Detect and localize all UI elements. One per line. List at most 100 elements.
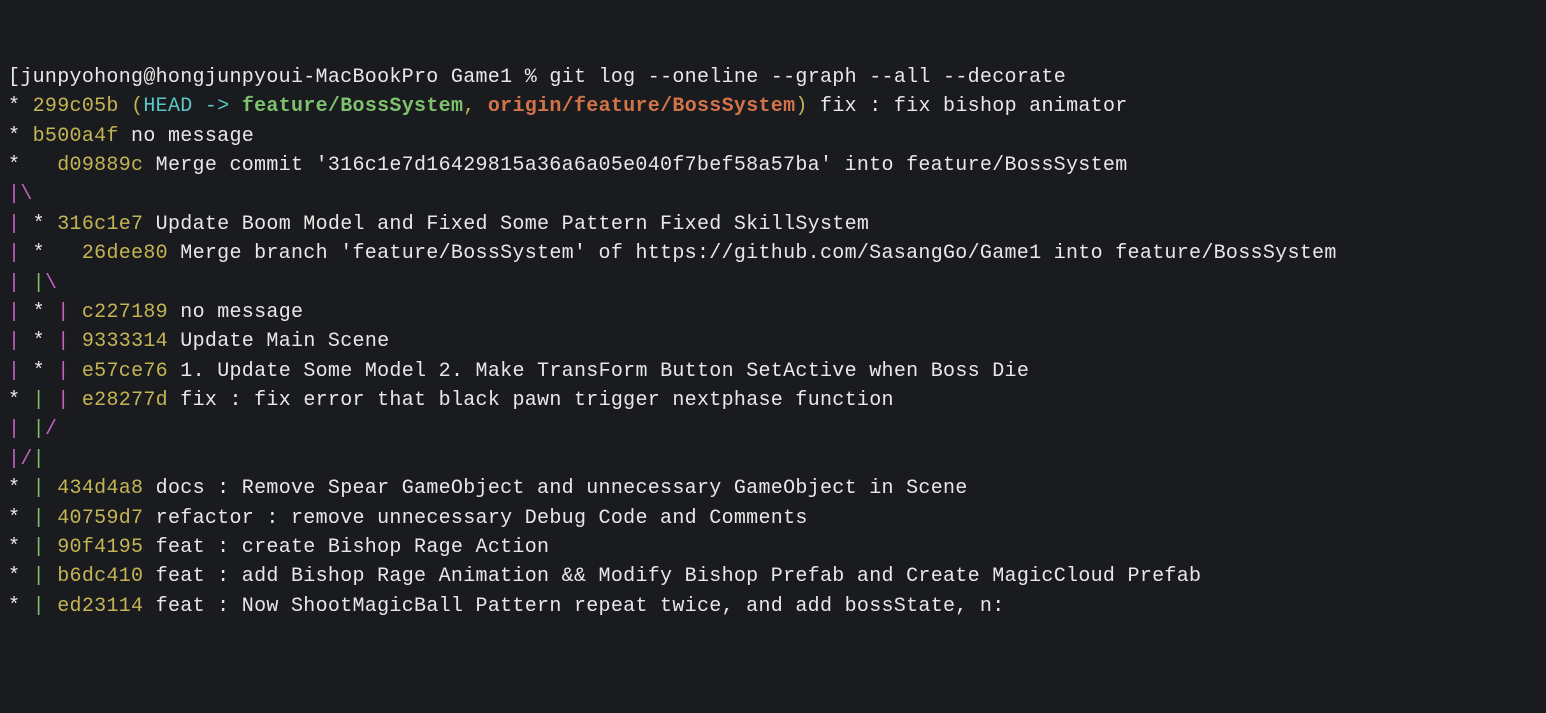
graph-segment bbox=[20, 95, 32, 118]
log-line: * | b6dc410 feat : add Bishop Rage Anima… bbox=[8, 562, 1538, 591]
commit-message: refactor : remove unnecessary Debug Code… bbox=[143, 507, 807, 530]
commit-message: Update Boom Model and Fixed Some Pattern… bbox=[143, 213, 869, 236]
log-line: | * | c227189 no message bbox=[8, 298, 1538, 327]
graph-segment: | bbox=[33, 418, 45, 441]
graph-segment: * bbox=[33, 213, 45, 236]
graph-segment bbox=[70, 360, 82, 383]
log-line: * b500a4f no message bbox=[8, 122, 1538, 151]
prompt-space bbox=[537, 66, 549, 89]
log-line: * | 90f4195 feat : create Bishop Rage Ac… bbox=[8, 533, 1538, 562]
graph-segment: | bbox=[33, 448, 45, 471]
graph-segment: * bbox=[33, 330, 45, 353]
commit-hash: 90f4195 bbox=[57, 536, 143, 559]
terminal-output[interactable]: [junpyohong@hongjunpyoui-MacBookPro Game… bbox=[8, 63, 1538, 621]
graph-segment bbox=[45, 595, 57, 618]
graph-segment bbox=[20, 507, 32, 530]
graph-segment bbox=[70, 389, 82, 412]
log-line: | * | e57ce76 1. Update Some Model 2. Ma… bbox=[8, 357, 1538, 386]
graph-segment: | bbox=[8, 213, 20, 236]
graph-segment bbox=[45, 330, 57, 353]
branch-local: feature/BossSystem bbox=[242, 95, 463, 118]
graph-segment: * bbox=[8, 95, 20, 118]
decor-paren-close: ) bbox=[795, 95, 807, 118]
commit-message: docs : Remove Spear GameObject and unnec… bbox=[143, 477, 967, 500]
graph-segment: | bbox=[33, 477, 45, 500]
graph-segment bbox=[20, 330, 32, 353]
graph-segment bbox=[45, 301, 57, 324]
graph-segment bbox=[20, 477, 32, 500]
graph-segment: | bbox=[33, 272, 45, 295]
commit-hash: 26dee80 bbox=[82, 242, 168, 265]
log-line: | |/ bbox=[8, 415, 1538, 444]
graph-segment bbox=[20, 213, 32, 236]
commit-hash: 299c05b bbox=[33, 95, 119, 118]
graph-segment: | bbox=[33, 595, 45, 618]
graph-segment bbox=[45, 565, 57, 588]
graph-segment: | bbox=[8, 418, 20, 441]
graph-segment bbox=[20, 125, 32, 148]
graph-segment bbox=[45, 507, 57, 530]
commit-hash: c227189 bbox=[82, 301, 168, 324]
graph-segment: | bbox=[57, 301, 69, 324]
log-line: * 299c05b (HEAD -> feature/BossSystem, o… bbox=[8, 92, 1538, 121]
graph-segment: | bbox=[57, 389, 69, 412]
graph-segment bbox=[20, 360, 32, 383]
graph-segment bbox=[20, 389, 32, 412]
prompt-sep bbox=[439, 66, 451, 89]
command-text: git log --oneline --graph --all --decora… bbox=[549, 66, 1066, 89]
graph-segment: / bbox=[20, 448, 32, 471]
graph-segment: | bbox=[8, 330, 20, 353]
commit-message: feat : Now ShootMagicBall Pattern repeat… bbox=[143, 595, 1004, 618]
log-line: | * 316c1e7 Update Boom Model and Fixed … bbox=[8, 210, 1538, 239]
commit-hash: 9333314 bbox=[82, 330, 168, 353]
commit-message: feat : add Bishop Rage Animation && Modi… bbox=[143, 565, 1201, 588]
graph-segment: | bbox=[8, 448, 20, 471]
graph-segment: | bbox=[33, 536, 45, 559]
graph-segment bbox=[20, 536, 32, 559]
graph-segment: * bbox=[33, 301, 45, 324]
graph-segment bbox=[20, 301, 32, 324]
graph-segment: | bbox=[57, 330, 69, 353]
log-line: |/| bbox=[8, 445, 1538, 474]
prompt-bracket: [ bbox=[8, 66, 20, 89]
branch-remote: origin/feature/BossSystem bbox=[488, 95, 796, 118]
git-log-lines: * 299c05b (HEAD -> feature/BossSystem, o… bbox=[8, 92, 1538, 621]
commit-hash: 316c1e7 bbox=[57, 213, 143, 236]
log-line: * | 434d4a8 docs : Remove Spear GameObje… bbox=[8, 474, 1538, 503]
log-line: | * 26dee80 Merge branch 'feature/BossSy… bbox=[8, 239, 1538, 268]
commit-message: fix : fix error that black pawn trigger … bbox=[168, 389, 894, 412]
commit-hash: b500a4f bbox=[33, 125, 119, 148]
prompt-user-host: junpyohong@hongjunpyoui-MacBookPro bbox=[20, 66, 438, 89]
commit-hash: 40759d7 bbox=[57, 507, 143, 530]
graph-segment: * bbox=[8, 507, 20, 530]
graph-segment: * bbox=[8, 154, 20, 177]
graph-segment: * bbox=[33, 360, 45, 383]
graph-segment bbox=[45, 360, 57, 383]
graph-segment: | bbox=[8, 301, 20, 324]
graph-segment: * bbox=[8, 565, 20, 588]
commit-message: fix : fix bishop animator bbox=[808, 95, 1128, 118]
graph-segment bbox=[20, 418, 32, 441]
graph-segment bbox=[70, 301, 82, 324]
graph-segment: * bbox=[8, 536, 20, 559]
graph-segment: | bbox=[33, 389, 45, 412]
graph-segment: * bbox=[8, 125, 20, 148]
graph-segment: * bbox=[8, 595, 20, 618]
graph-segment bbox=[70, 330, 82, 353]
commit-hash: 434d4a8 bbox=[57, 477, 143, 500]
graph-segment: * bbox=[33, 242, 45, 265]
prompt-sep2 bbox=[512, 66, 524, 89]
graph-segment: \ bbox=[45, 272, 57, 295]
commit-hash: e57ce76 bbox=[82, 360, 168, 383]
commit-hash: d09889c bbox=[57, 154, 143, 177]
arrow: -> bbox=[193, 95, 242, 118]
head-ref: HEAD bbox=[143, 95, 192, 118]
decor-paren-open: ( bbox=[131, 95, 143, 118]
graph-segment bbox=[45, 389, 57, 412]
commit-message: Merge branch 'feature/BossSystem' of htt… bbox=[168, 242, 1337, 265]
space bbox=[119, 95, 131, 118]
log-line: * d09889c Merge commit '316c1e7d16429815… bbox=[8, 151, 1538, 180]
graph-segment bbox=[20, 154, 57, 177]
graph-segment bbox=[45, 242, 82, 265]
commit-message: no message bbox=[168, 301, 303, 324]
